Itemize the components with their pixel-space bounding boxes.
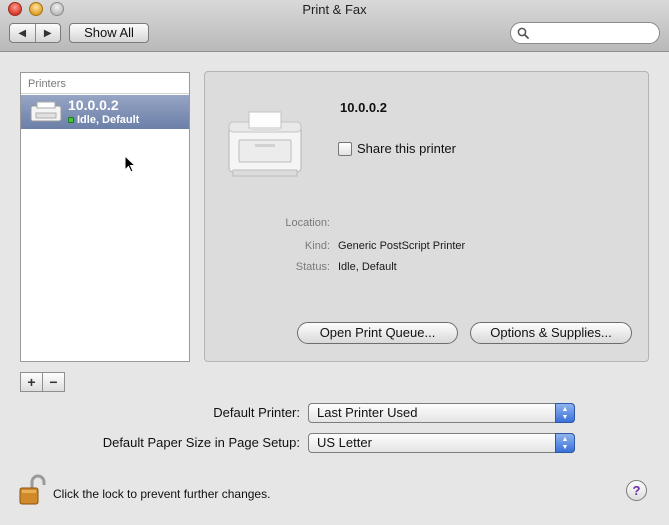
paper-size-value: US Letter	[317, 435, 372, 450]
printer-detail-name: 10.0.0.2	[340, 100, 387, 115]
popup-arrows-icon: ▲ ▼	[555, 433, 575, 453]
share-printer-label: Share this printer	[357, 141, 456, 156]
printers-list-header: Printers	[21, 73, 189, 94]
default-printer-select[interactable]: Last Printer Used ▲ ▼	[308, 403, 575, 423]
printer-name: 10.0.0.2	[68, 97, 119, 113]
paper-size-select[interactable]: US Letter ▲ ▼	[308, 433, 575, 453]
default-printer-value: Last Printer Used	[317, 405, 418, 420]
help-button[interactable]: ?	[626, 480, 647, 501]
status-value: Idle, Default	[338, 261, 397, 273]
printer-status-indicator	[68, 117, 74, 123]
location-label: Location:	[285, 217, 330, 229]
share-printer-checkbox[interactable]	[338, 141, 352, 156]
printer-status: Idle, Default	[77, 114, 140, 126]
share-printer-option[interactable]: Share this printer	[338, 141, 456, 156]
paper-size-label: Default Paper Size in Page Setup:	[102, 435, 300, 450]
kind-label: Kind:	[304, 240, 330, 252]
printer-list-item[interactable]: 10.0.0.2 Idle, Default	[21, 95, 189, 129]
forward-button[interactable]: ▶	[34, 24, 61, 42]
add-printer-button[interactable]: +	[21, 373, 42, 391]
printer-icon	[30, 101, 62, 122]
kind-value: Generic PostScript Printer	[338, 240, 466, 252]
printers-list[interactable]: Printers 10.0.0.2 Idle, Default	[20, 72, 190, 362]
back-forward-control: ◀ ▶	[9, 23, 61, 43]
remove-printer-button[interactable]: −	[42, 373, 64, 391]
printer-detail-panel: 10.0.0.2 Share this printer Location: Ki…	[204, 71, 649, 362]
mouse-cursor-icon	[124, 155, 136, 173]
window-title: Print & Fax	[302, 2, 367, 17]
default-printer-label: Default Printer:	[213, 405, 300, 420]
lock-message: Click the lock to prevent further change…	[53, 487, 271, 501]
printer-add-remove-control: + −	[20, 372, 65, 392]
back-button[interactable]: ◀	[10, 24, 35, 42]
status-label: Status:	[295, 261, 330, 273]
window-toolbar: Print & Fax ◀ ▶ Show All	[0, 0, 669, 52]
popup-arrows-icon: ▲ ▼	[555, 403, 575, 423]
search-icon	[517, 27, 529, 39]
printer-large-icon	[228, 111, 302, 177]
unlock-icon[interactable]	[18, 474, 46, 506]
show-all-button[interactable]: Show All	[69, 23, 149, 43]
search-field[interactable]	[510, 22, 660, 44]
open-print-queue-button[interactable]: Open Print Queue...	[297, 322, 458, 344]
options-supplies-button[interactable]: Options & Supplies...	[470, 322, 632, 344]
